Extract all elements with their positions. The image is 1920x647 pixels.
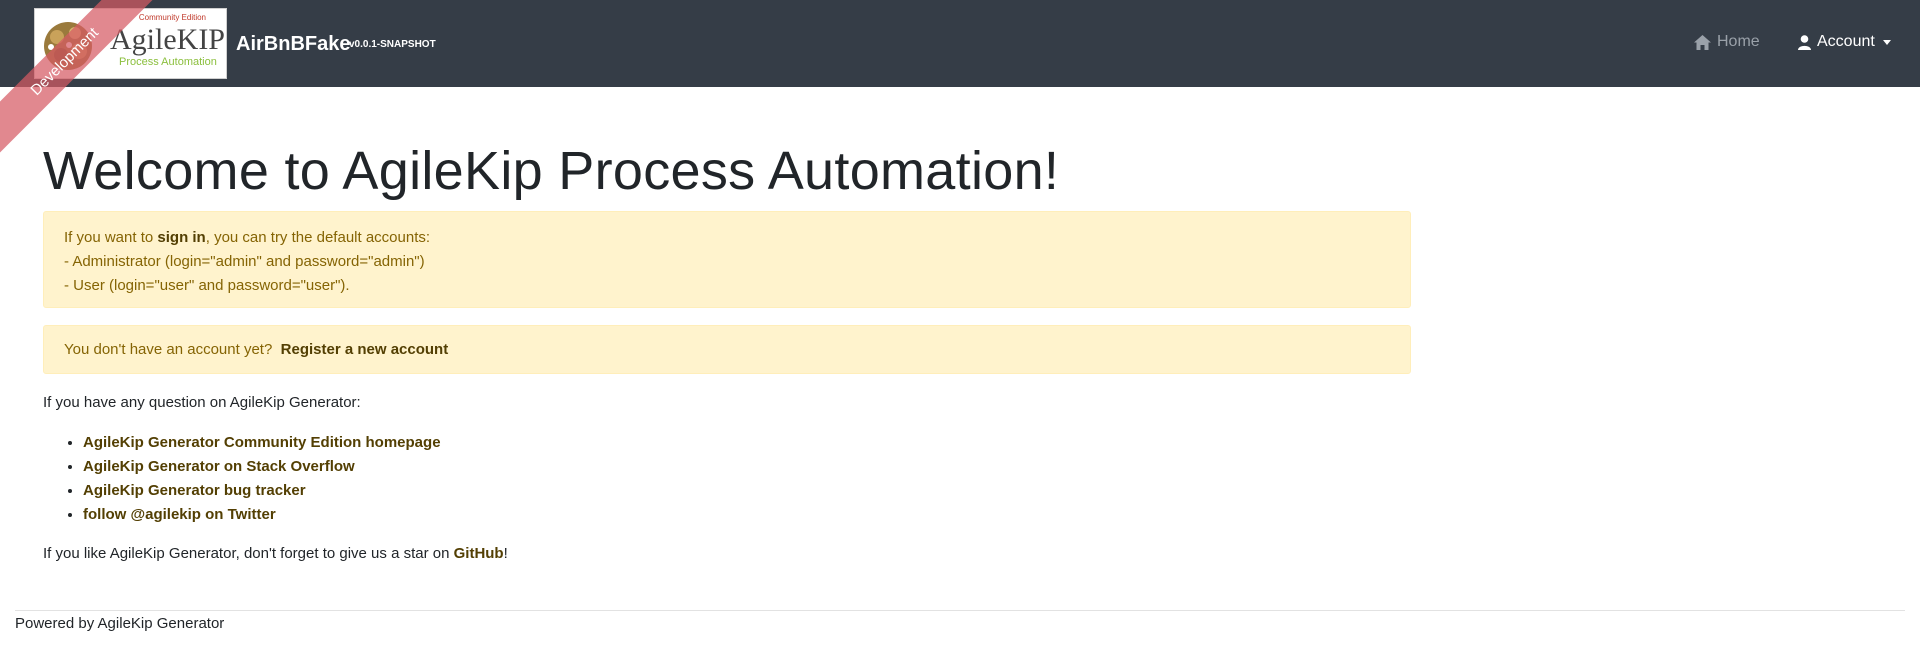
github-link[interactable]: GitHub (454, 545, 504, 562)
list-item: AgileKip Generator Community Edition hom… (83, 431, 441, 455)
brand-title[interactable]: AirBnBFake (236, 33, 350, 56)
nav-account-label: Account (1817, 33, 1875, 50)
page-title: Welcome to AgileKip Process Automation! (43, 141, 1060, 201)
register-link[interactable]: Register a new account (281, 341, 449, 358)
footer-text: Powered by AgileKip Generator (15, 615, 225, 632)
nav-account-dropdown[interactable]: Account (1798, 33, 1891, 51)
bugtracker-link[interactable]: AgileKip Generator bug tracker (83, 482, 306, 499)
signin-prefix: If you want to (64, 229, 158, 246)
signin-link[interactable]: sign in (157, 229, 205, 246)
register-prompt-text: You don't have an account yet? (64, 341, 273, 358)
user-icon (1798, 34, 1811, 50)
homepage-link[interactable]: AgileKip Generator Community Edition hom… (83, 434, 441, 451)
brand-version: v0.0.1-SNAPSHOT (349, 39, 436, 50)
nav-home-link[interactable]: Home (1694, 33, 1760, 51)
signin-alert: If you want to sign in, you can try the … (43, 211, 1411, 308)
question-text: If you have any question on AgileKip Gen… (43, 394, 361, 411)
list-item: AgileKip Generator on Stack Overflow (83, 455, 441, 479)
register-alert: You don't have an account yet? Register … (43, 325, 1411, 374)
user-account-line: - User (login="user" and password="user"… (64, 277, 350, 294)
logo-edition-text: Community Edition (138, 13, 206, 22)
admin-account-line: - Administrator (login="admin" and passw… (64, 253, 425, 270)
star-prefix: If you like AgileKip Generator, don't fo… (43, 545, 454, 562)
github-star-text: If you like AgileKip Generator, don't fo… (43, 545, 508, 562)
star-suffix: ! (503, 545, 508, 562)
list-item: follow @agilekip on Twitter (83, 503, 441, 527)
twitter-link[interactable]: follow @agilekip on Twitter (83, 506, 276, 523)
stackoverflow-link[interactable]: AgileKip Generator on Stack Overflow (83, 458, 355, 475)
home-icon (1694, 34, 1711, 50)
chevron-down-icon (1882, 39, 1891, 45)
logo-name-text: AgileKIP (110, 23, 225, 56)
logo-subtitle-text: Process Automation (119, 56, 217, 68)
signin-suffix: , you can try the default accounts: (205, 229, 431, 246)
list-item: AgileKip Generator bug tracker (83, 479, 441, 503)
help-links-list: AgileKip Generator Community Edition hom… (43, 431, 441, 527)
top-navbar: Community Edition AgileKIP Process Autom… (0, 0, 1920, 87)
nav-home-label: Home (1717, 33, 1760, 50)
footer-divider (15, 610, 1905, 611)
signin-alert-line: If you want to sign in, you can try the … (64, 226, 1390, 250)
